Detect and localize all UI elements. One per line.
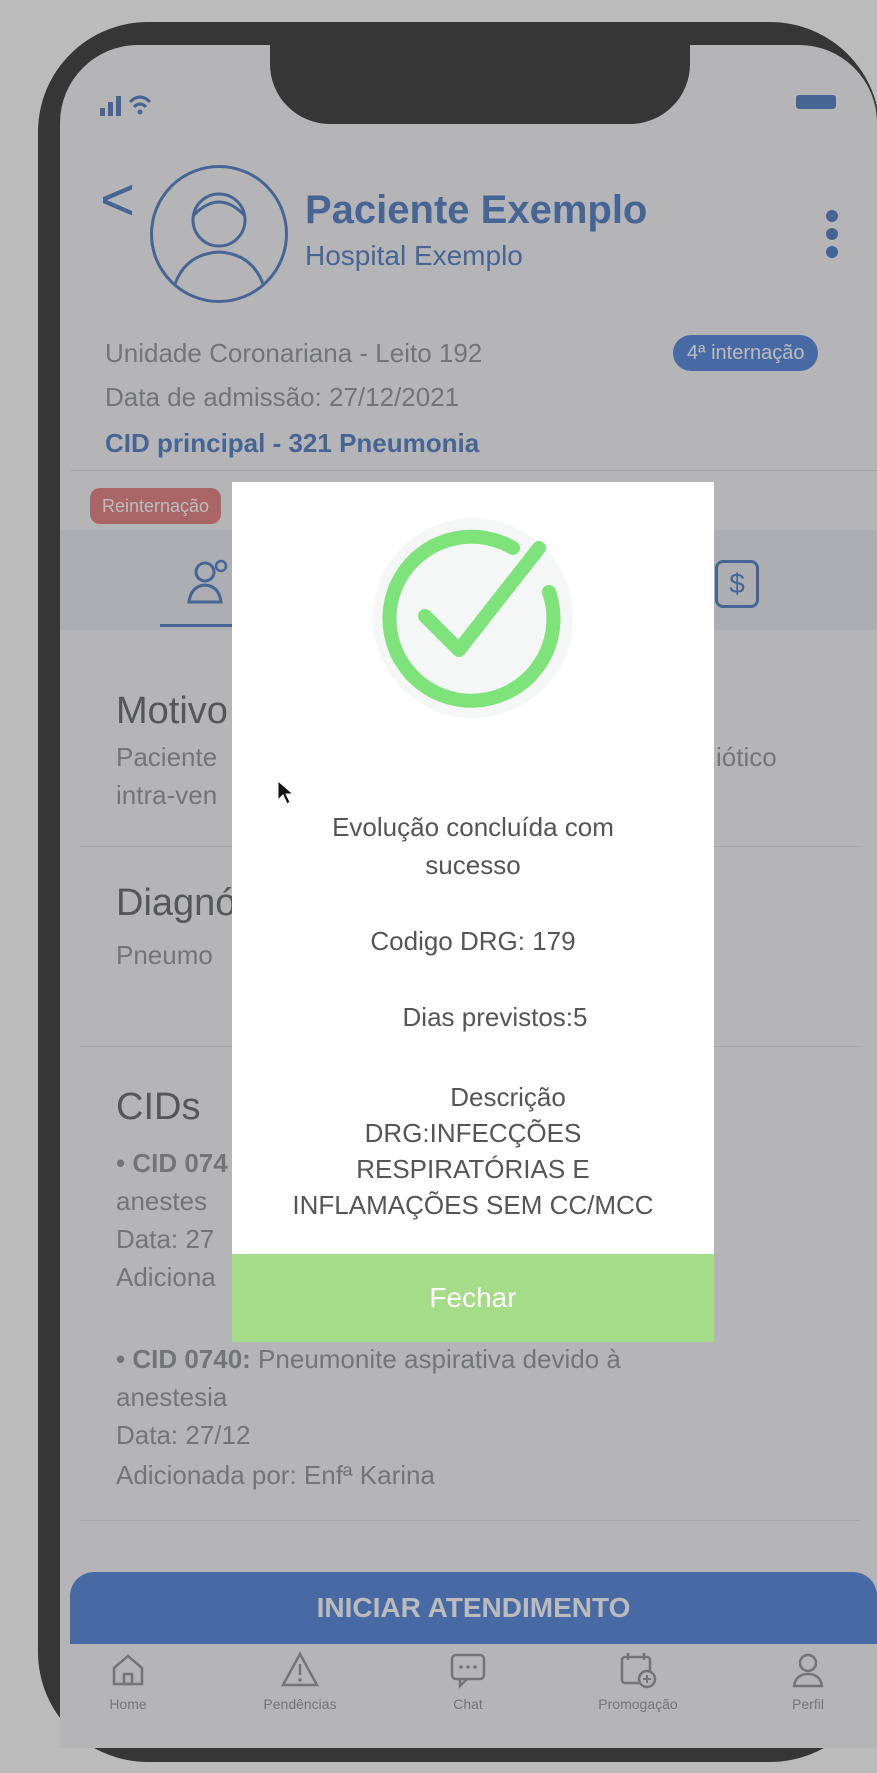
- drg-description-line3: INFLAMAÇÕES SEM CC/MCC: [292, 1190, 654, 1220]
- mouse-cursor-icon: [277, 779, 295, 811]
- success-check-icon: [363, 508, 583, 728]
- close-button[interactable]: Fechar: [232, 1254, 714, 1342]
- success-dialog: Evolução concluída com sucesso Codigo DR…: [232, 482, 714, 1342]
- drg-description-line2: RESPIRATÓRIAS E: [356, 1154, 590, 1184]
- drg-code-text: Codigo DRG: 179: [370, 926, 576, 956]
- drg-description-line1: DRG:INFECÇÕES: [364, 1118, 582, 1148]
- days-expected-text: Dias previstos:5: [402, 1002, 588, 1032]
- success-message-line2: sucesso: [425, 850, 521, 880]
- drg-description-label: Descrição: [450, 1082, 566, 1112]
- success-message-line1: Evolução concluída com: [332, 812, 614, 842]
